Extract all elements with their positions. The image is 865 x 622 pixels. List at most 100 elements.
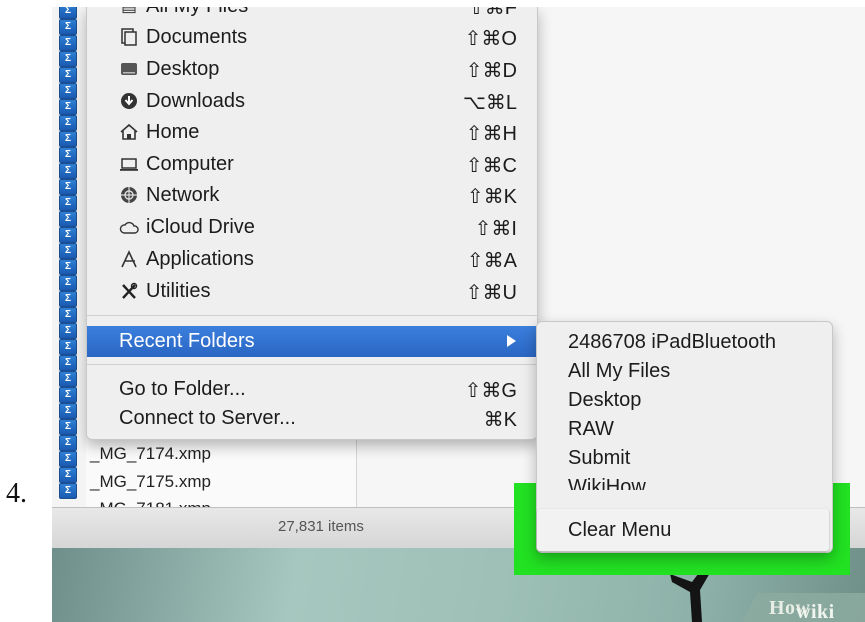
- xmp-file-icon: Σ: [59, 19, 77, 35]
- xmp-file-icon: Σ: [59, 307, 77, 323]
- xmp-file-icon: Σ: [59, 35, 77, 51]
- file-icon-column: ΣΣΣΣΣΣΣΣΣΣΣΣΣΣΣΣΣΣΣΣΣΣΣΣΣΣΣΣΣΣΣ: [52, 7, 86, 507]
- menu-item-connect-to-server[interactable]: Connect to Server... ⌘K: [87, 403, 537, 434]
- menu-item-label: iCloud Drive: [146, 216, 255, 238]
- menu-item-label: Connect to Server...: [119, 407, 296, 429]
- xmp-file-icon: Σ: [59, 291, 77, 307]
- menu-item-downloads[interactable]: Downloads ⌥⌘L: [87, 86, 537, 117]
- xmp-file-icon: Σ: [59, 163, 77, 179]
- clear-menu-button[interactable]: Clear Menu: [537, 509, 829, 551]
- menu-item-label: Applications: [146, 248, 254, 270]
- file-name[interactable]: _MG_7175.xmp: [90, 472, 211, 492]
- go-menu: ▤ All My Files ⇧⌘F Documents ⇧⌘O Desktop…: [86, 7, 538, 440]
- all-files-icon: ▤: [119, 7, 139, 16]
- menu-item-shortcut: ⇧⌘O: [464, 28, 517, 50]
- menu-item-utilities[interactable]: Utilities ⇧⌘U: [87, 276, 537, 307]
- xmp-file-icon: Σ: [59, 371, 77, 387]
- menu-item-network[interactable]: Network ⇧⌘K: [87, 180, 537, 211]
- xmp-file-icon: Σ: [59, 355, 77, 371]
- wikihow-watermark: wiki How: [742, 593, 865, 622]
- menu-item-documents[interactable]: Documents ⇧⌘O: [87, 22, 537, 53]
- recent-folder-item[interactable]: Submit: [568, 447, 630, 470]
- xmp-file-icon: Σ: [59, 51, 77, 67]
- xmp-file-icon: Σ: [59, 179, 77, 195]
- menu-item-shortcut: ⌘K: [483, 409, 517, 431]
- applications-icon: [119, 249, 139, 269]
- xmp-file-icon: Σ: [59, 403, 77, 419]
- menu-item-label: Recent Folders: [119, 330, 255, 352]
- menu-item-shortcut: ⇧⌘F: [468, 7, 517, 19]
- menu-item-label: Documents: [146, 26, 248, 48]
- xmp-file-icon: Σ: [59, 67, 77, 83]
- menu-item-shortcut: ⇧⌘K: [466, 186, 517, 208]
- desktop-icon: [119, 59, 139, 79]
- menu-item-applications[interactable]: Applications ⇧⌘A: [87, 244, 537, 275]
- xmp-file-icon: Σ: [59, 83, 77, 99]
- item-count: 27,831 items: [278, 518, 364, 535]
- xmp-file-icon: Σ: [59, 467, 77, 483]
- xmp-file-icon: Σ: [59, 99, 77, 115]
- menu-item-shortcut: ⇧⌘A: [466, 250, 517, 272]
- network-icon: [119, 185, 139, 205]
- menu-item-shortcut: ⇧⌘G: [464, 380, 517, 402]
- recent-folder-item[interactable]: All My Files: [568, 360, 670, 383]
- menu-item-label: Desktop: [146, 58, 220, 80]
- menu-item-label: All My Files: [146, 7, 248, 18]
- menu-item-label: Network: [146, 184, 220, 206]
- xmp-file-icon: Σ: [59, 435, 77, 451]
- xmp-file-icon: Σ: [59, 147, 77, 163]
- menu-item-shortcut: ⇧⌘C: [465, 155, 517, 177]
- xmp-file-icon: Σ: [59, 419, 77, 435]
- xmp-file-icon: Σ: [59, 483, 77, 499]
- xmp-file-icon: Σ: [59, 131, 77, 147]
- computer-icon: [119, 154, 139, 174]
- menu-item-shortcut: ⇧⌘D: [465, 60, 517, 82]
- documents-icon: [119, 27, 139, 47]
- xmp-file-icon: Σ: [59, 387, 77, 403]
- file-name[interactable]: _MG_7174.xmp: [90, 444, 211, 464]
- menu-item-recent-folders[interactable]: Recent Folders: [87, 326, 537, 357]
- xmp-file-icon: Σ: [59, 339, 77, 355]
- clear-menu-label: Clear Menu: [568, 519, 672, 541]
- xmp-file-icon: Σ: [59, 115, 77, 131]
- home-icon: [119, 122, 139, 142]
- utilities-icon: [119, 281, 139, 301]
- recent-folder-item[interactable]: WikiHow: [568, 476, 646, 490]
- menu-item-label: Utilities: [146, 280, 211, 302]
- menu-item-shortcut: ⇧⌘I: [474, 218, 517, 240]
- xmp-file-icon: Σ: [59, 275, 77, 291]
- xmp-file-icon: Σ: [59, 243, 77, 259]
- xmp-file-icon: Σ: [59, 259, 77, 275]
- recent-folder-item[interactable]: RAW: [568, 418, 614, 441]
- menu-item-label: Home: [146, 121, 200, 143]
- menu-item-label: Downloads: [146, 90, 245, 112]
- xmp-file-icon: Σ: [59, 323, 77, 339]
- menu-item-label: Go to Folder...: [119, 378, 246, 400]
- xmp-file-icon: Σ: [59, 195, 77, 211]
- watermark-wiki: wiki: [796, 601, 835, 622]
- icloud-icon: [119, 217, 139, 237]
- menu-item-shortcut: ⇧⌘U: [465, 282, 517, 304]
- submenu-arrow-icon: [507, 335, 516, 347]
- recent-folder-item[interactable]: 2486708 iPadBluetooth: [568, 331, 776, 354]
- step-number: 4.: [6, 478, 27, 509]
- menu-separator: [87, 364, 537, 365]
- menu-item-shortcut: ⌥⌘L: [462, 92, 517, 114]
- recent-folder-item[interactable]: Desktop: [568, 389, 641, 412]
- file-name[interactable]: _MG_7181.xmp: [90, 499, 211, 507]
- menu-item-all-my-files[interactable]: ▤ All My Files ⇧⌘F: [87, 7, 537, 22]
- menu-item-home[interactable]: Home ⇧⌘H: [87, 117, 537, 148]
- finder-screenshot: ΣΣΣΣΣΣΣΣΣΣΣΣΣΣΣΣΣΣΣΣΣΣΣΣΣΣΣΣΣΣΣ _MG_7174…: [52, 7, 865, 622]
- menu-item-computer[interactable]: Computer ⇧⌘C: [87, 149, 537, 180]
- xmp-file-icon: Σ: [59, 211, 77, 227]
- menu-item-desktop[interactable]: Desktop ⇧⌘D: [87, 54, 537, 85]
- downloads-icon: [119, 91, 139, 111]
- menu-item-label: Computer: [146, 153, 234, 175]
- xmp-file-icon: Σ: [59, 7, 77, 19]
- xmp-file-icon: Σ: [59, 451, 77, 467]
- menu-item-shortcut: ⇧⌘H: [465, 123, 517, 145]
- menu-item-go-to-folder[interactable]: Go to Folder... ⇧⌘G: [87, 374, 537, 405]
- xmp-file-icon: Σ: [59, 227, 77, 243]
- menu-separator: [87, 315, 537, 316]
- menu-item-icloud-drive[interactable]: iCloud Drive ⇧⌘I: [87, 212, 537, 243]
